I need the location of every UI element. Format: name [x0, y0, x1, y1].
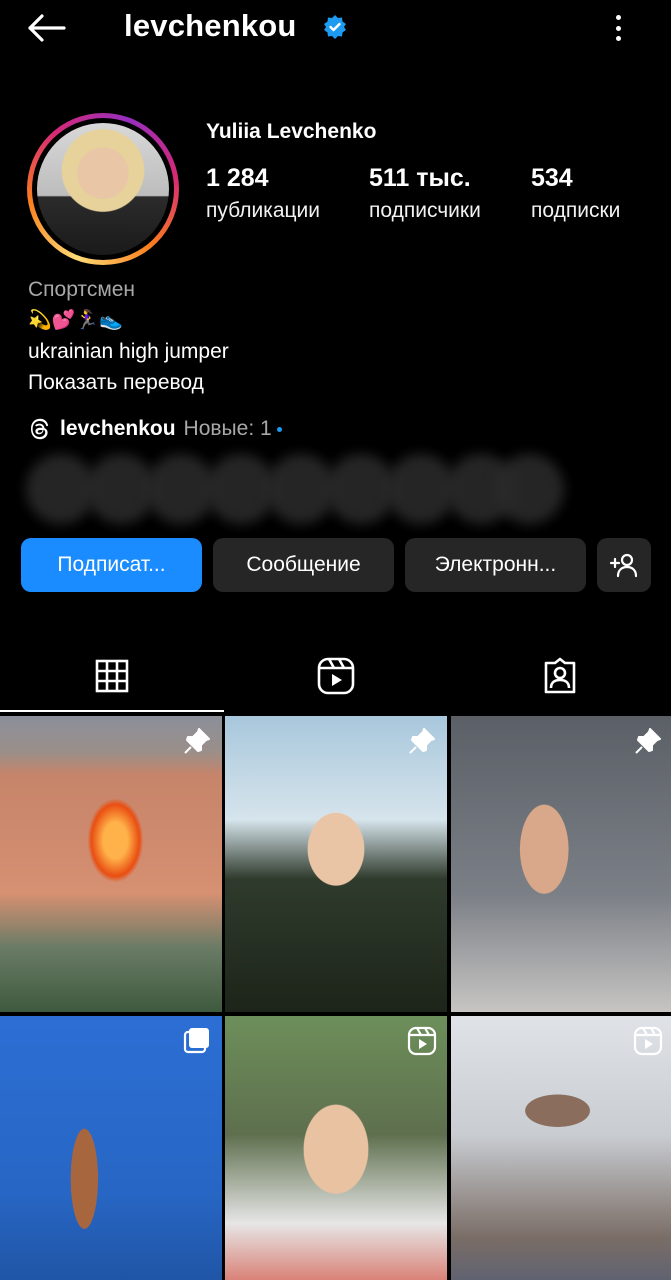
- verified-badge-icon: [322, 14, 348, 40]
- tab-reels[interactable]: [224, 640, 448, 712]
- grid-icon: [95, 659, 129, 693]
- bio-section: Спортсмен 💫💕🏃‍♀️👟 ukrainian high jumper …: [28, 274, 229, 398]
- avatar: [37, 123, 169, 255]
- reels-icon: [317, 657, 355, 695]
- add-person-icon: [609, 553, 638, 578]
- story-highlights[interactable]: [24, 452, 564, 528]
- top-bar: levchenkou: [0, 0, 671, 56]
- threads-handle: levchenkou: [60, 417, 176, 440]
- pin-icon: [407, 726, 437, 756]
- tagged-icon: [544, 657, 576, 694]
- more-vertical-icon: [615, 15, 621, 20]
- threads-icon: [31, 418, 49, 440]
- suggested-people-button[interactable]: [597, 538, 651, 592]
- post-tile[interactable]: [0, 1016, 222, 1280]
- post-tile[interactable]: [0, 716, 222, 1012]
- display-name: Yuliia Levchenko: [206, 120, 377, 143]
- stat-followers-label: подписчики: [369, 199, 481, 222]
- story-ring[interactable]: [27, 113, 179, 265]
- arrow-left-icon: [28, 14, 66, 42]
- new-dot-icon: [276, 426, 282, 432]
- stat-posts-value: 1 284: [206, 164, 269, 192]
- tab-grid[interactable]: [0, 640, 224, 712]
- post-tile[interactable]: [225, 716, 447, 1012]
- post-tile[interactable]: [225, 1016, 447, 1280]
- tab-tagged[interactable]: [448, 640, 671, 712]
- message-button[interactable]: Сообщение: [213, 538, 394, 592]
- stat-following-value: 534: [531, 164, 573, 192]
- bio-emoji-line: 💫💕🏃‍♀️👟: [28, 310, 123, 331]
- reel-icon: [407, 1026, 437, 1056]
- profile-category: Спортсмен: [28, 278, 136, 301]
- stat-following-label: подписки: [531, 199, 621, 222]
- pin-icon: [633, 726, 663, 756]
- email-button[interactable]: Электронн...: [405, 538, 586, 592]
- carousel-icon: [182, 1026, 212, 1056]
- profile-tabs: [0, 640, 671, 712]
- stat-followers[interactable]: 511 тыс. подписчики: [369, 164, 481, 223]
- more-options-button[interactable]: [606, 12, 630, 44]
- bio-text: ukrainian high jumper: [28, 340, 229, 363]
- post-tile[interactable]: [451, 716, 671, 1012]
- stat-posts[interactable]: 1 284 публикации: [206, 164, 320, 223]
- post-tile[interactable]: [451, 1016, 671, 1280]
- follow-button[interactable]: Подписат...: [21, 538, 202, 592]
- active-tab-indicator: [0, 710, 224, 712]
- highlight-item[interactable]: [494, 454, 564, 524]
- stat-followers-value: 511 тыс.: [369, 164, 471, 192]
- threads-new-count: Новые: 1: [183, 417, 272, 440]
- show-translation-link[interactable]: Показать перевод: [28, 367, 229, 398]
- stat-following[interactable]: 534 подписки: [531, 164, 620, 223]
- threads-badge[interactable]: levchenkou Новые: 1: [28, 414, 282, 444]
- pin-icon: [182, 726, 212, 756]
- reel-icon: [633, 1026, 663, 1056]
- back-button[interactable]: [26, 10, 70, 46]
- stat-posts-label: публикации: [206, 199, 320, 222]
- profile-username: levchenkou: [124, 8, 297, 43]
